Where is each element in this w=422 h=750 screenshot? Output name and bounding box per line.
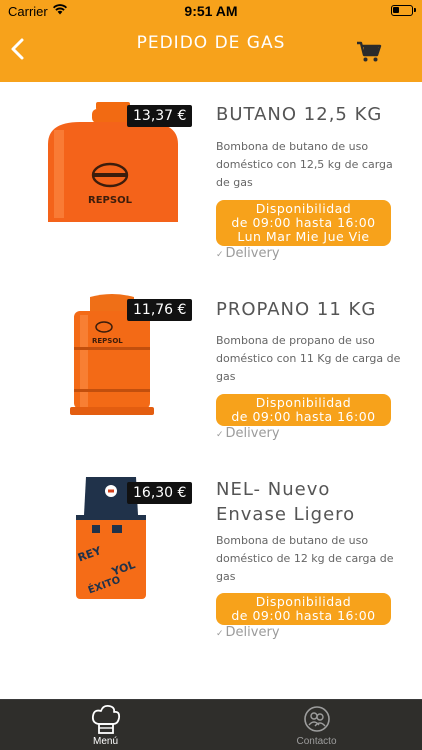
description-line: de gas xyxy=(216,176,253,189)
delivery-option: ✓ Delivery xyxy=(216,426,280,441)
chef-hat-icon xyxy=(91,704,121,734)
status-bar: Carrier 9:51 AM xyxy=(0,0,422,22)
product-description: Bombona de propano de uso doméstico con … xyxy=(216,332,406,386)
price-badge: 16,30 € xyxy=(127,482,193,504)
app-header: Carrier 9:51 AM PEDIDO DE GAS xyxy=(0,0,422,82)
product-item-nel[interactable]: REY YOL ÉXITO 16,30 € NEL- Nuevo Envase … xyxy=(0,472,422,662)
availability-line: de 09:00 hasta 16:00 xyxy=(231,409,376,424)
product-name: BUTANO 12,5 KG xyxy=(216,104,383,125)
tab-bar: Menú Contacto xyxy=(0,699,422,750)
description-line: gas xyxy=(216,570,236,583)
tab-contacto[interactable]: Contacto xyxy=(211,700,422,750)
description-line: Bombona de propano de uso xyxy=(216,334,375,347)
tab-contacto-label: Contacto xyxy=(296,736,337,747)
delivery-label: Delivery xyxy=(225,625,280,640)
price-badge: 11,76 € xyxy=(127,299,193,321)
availability-line: de 09:00 hasta 16:00 xyxy=(231,608,376,623)
product-item-butano[interactable]: REPSOL 13,37 € BUTANO 12,5 KG Bombona de… xyxy=(0,82,422,277)
product-name: NEL- Nuevo Envase Ligero xyxy=(216,478,355,527)
product-name: PROPANO 11 KG xyxy=(216,299,377,320)
svg-text:REPSOL: REPSOL xyxy=(88,195,133,206)
delivery-label: Delivery xyxy=(225,426,280,441)
price-badge: 13,37 € xyxy=(127,105,193,127)
description-line: doméstico de 12 kg de carga de xyxy=(216,552,394,565)
description-line: doméstico con 12,5 kg de carga xyxy=(216,158,393,171)
check-icon: ✓ xyxy=(216,250,224,260)
battery-icon xyxy=(391,5,416,16)
description-line: gas xyxy=(216,370,236,383)
tab-menu-label: Menú xyxy=(92,736,118,747)
product-description: Bombona de butano de uso doméstico con 1… xyxy=(216,138,406,192)
status-time: 9:51 AM xyxy=(184,3,238,19)
availability-badge: Disponibilidad de 09:00 hasta 16:00 xyxy=(216,593,391,625)
cart-button[interactable] xyxy=(355,37,383,65)
check-icon: ✓ xyxy=(216,430,224,440)
delivery-option: ✓ Delivery xyxy=(216,246,280,261)
svg-text:REPSOL: REPSOL xyxy=(92,337,123,345)
availability-line: Disponibilidad xyxy=(255,395,352,410)
product-item-propano[interactable]: REPSOL 11,76 € PROPANO 11 KG Bombona de … xyxy=(0,287,422,457)
contacts-icon xyxy=(304,706,330,732)
availability-badge: Disponibilidad de 09:00 hasta 16:00 xyxy=(216,394,391,426)
availability-line: Disponibilidad xyxy=(255,201,352,216)
product-name-line: Envase Ligero xyxy=(216,504,356,525)
description-line: Bombona de butano de uso xyxy=(216,140,369,153)
description-line: doméstico con 11 Kg de carga de xyxy=(216,352,401,365)
check-icon: ✓ xyxy=(216,629,224,639)
availability-days: Lun Mar Mie Jue Vie xyxy=(237,229,370,244)
availability-line: Disponibilidad xyxy=(255,594,352,609)
product-name-line: NEL- Nuevo xyxy=(216,479,331,500)
product-description: Bombona de butano de uso doméstico de 12… xyxy=(216,532,406,586)
description-line: Bombona de butano de uso xyxy=(216,534,369,547)
cart-icon xyxy=(357,41,382,62)
tab-menu[interactable]: Menú xyxy=(0,700,211,750)
availability-badge: Disponibilidad de 09:00 hasta 16:00 Lun … xyxy=(216,200,391,246)
delivery-label: Delivery xyxy=(225,246,280,261)
availability-line: de 09:00 hasta 16:00 xyxy=(231,215,376,230)
delivery-option: ✓ Delivery xyxy=(216,625,280,640)
